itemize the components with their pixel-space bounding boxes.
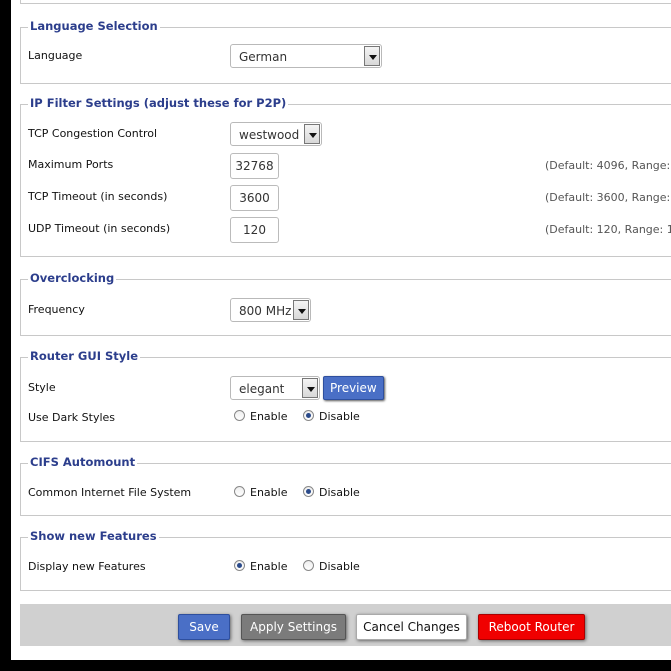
language-select[interactable]: German (230, 44, 382, 68)
gui-style-legend: Router GUI Style (28, 349, 140, 363)
chevron-down-icon[interactable] (293, 300, 309, 320)
tcp-timeout-hint: (Default: 3600, Range: 1 - (545, 191, 671, 204)
udp-timeout-hint: (Default: 120, Range: 1 - (545, 223, 671, 236)
tcp-congestion-select[interactable]: westwood (230, 122, 322, 146)
footer-button-bar: Save Apply Settings Cancel Changes Reboo… (20, 604, 671, 646)
frequency-select[interactable]: 800 MHz (230, 298, 311, 322)
new-features-label: Display new Features (28, 560, 146, 573)
max-ports-hint: (Default: 4096, Range: 25 (545, 159, 671, 172)
overclocking-section: Overclocking Frequency 800 MHz (20, 271, 671, 336)
cifs-section: CIFS Automount Common Internet File Syst… (20, 455, 671, 516)
chevron-down-icon[interactable] (364, 46, 380, 66)
apply-settings-button[interactable]: Apply Settings (241, 614, 346, 640)
cifs-enable-label[interactable]: Enable (250, 486, 287, 499)
language-label: Language (28, 49, 83, 62)
cifs-label: Common Internet File System (28, 486, 192, 499)
style-select[interactable]: elegant (230, 376, 320, 400)
max-ports-input[interactable]: 32768 (230, 153, 279, 179)
new-features-section: Show new Features Display new Features E… (20, 529, 671, 591)
style-label: Style (28, 381, 56, 394)
dark-styles-enable-radio[interactable] (234, 410, 245, 421)
cancel-changes-button[interactable]: Cancel Changes (356, 614, 467, 640)
max-ports-label: Maximum Ports (28, 158, 114, 171)
previous-section-edge (20, 0, 671, 4)
dark-styles-disable-label[interactable]: Disable (319, 410, 360, 423)
new-features-enable-label[interactable]: Enable (250, 560, 287, 573)
new-features-disable-radio[interactable] (302, 560, 314, 571)
gui-style-section: Router GUI Style Style elegant Preview U… (20, 349, 671, 442)
ip-filter-section: IP Filter Settings (adjust these for P2P… (20, 96, 671, 257)
language-section: Language Selection Language German (20, 19, 671, 84)
ip-filter-legend: IP Filter Settings (adjust these for P2P… (28, 96, 289, 110)
chevron-down-icon[interactable] (304, 124, 320, 144)
language-legend: Language Selection (28, 19, 160, 33)
dark-styles-label: Use Dark Styles (28, 411, 116, 424)
dark-styles-disable-radio[interactable] (302, 410, 314, 421)
preview-button[interactable]: Preview (323, 376, 384, 400)
overclocking-legend: Overclocking (28, 271, 117, 285)
tcp-timeout-label: TCP Timeout (in seconds) (28, 190, 168, 203)
tcp-congestion-value: westwood (239, 128, 300, 142)
language-select-value: German (239, 50, 288, 64)
frequency-label: Frequency (28, 303, 85, 316)
new-features-radio-group: Enable Disable (234, 560, 372, 573)
tcp-congestion-label: TCP Congestion Control (28, 127, 158, 140)
style-value: elegant (239, 382, 285, 396)
new-features-enable-radio[interactable] (234, 560, 245, 571)
settings-page: Language Selection Language German IP Fi… (11, 0, 671, 660)
cifs-radio-group: Enable Disable (234, 486, 372, 499)
new-features-disable-label[interactable]: Disable (319, 560, 360, 573)
new-features-legend: Show new Features (28, 529, 159, 543)
tcp-timeout-input[interactable]: 3600 (230, 185, 279, 211)
udp-timeout-label: UDP Timeout (in seconds) (28, 222, 171, 235)
cifs-disable-radio[interactable] (302, 486, 314, 497)
reboot-router-button[interactable]: Reboot Router (478, 614, 585, 640)
chevron-down-icon[interactable] (302, 378, 318, 398)
cifs-disable-label[interactable]: Disable (319, 486, 360, 499)
udp-timeout-input[interactable]: 120 (230, 217, 279, 243)
frequency-value: 800 MHz (239, 304, 292, 318)
cifs-legend: CIFS Automount (28, 455, 138, 469)
dark-styles-enable-label[interactable]: Enable (250, 410, 287, 423)
cifs-enable-radio[interactable] (234, 486, 245, 497)
save-button[interactable]: Save (178, 614, 230, 640)
dark-styles-radio-group: Enable Disable (234, 410, 372, 423)
